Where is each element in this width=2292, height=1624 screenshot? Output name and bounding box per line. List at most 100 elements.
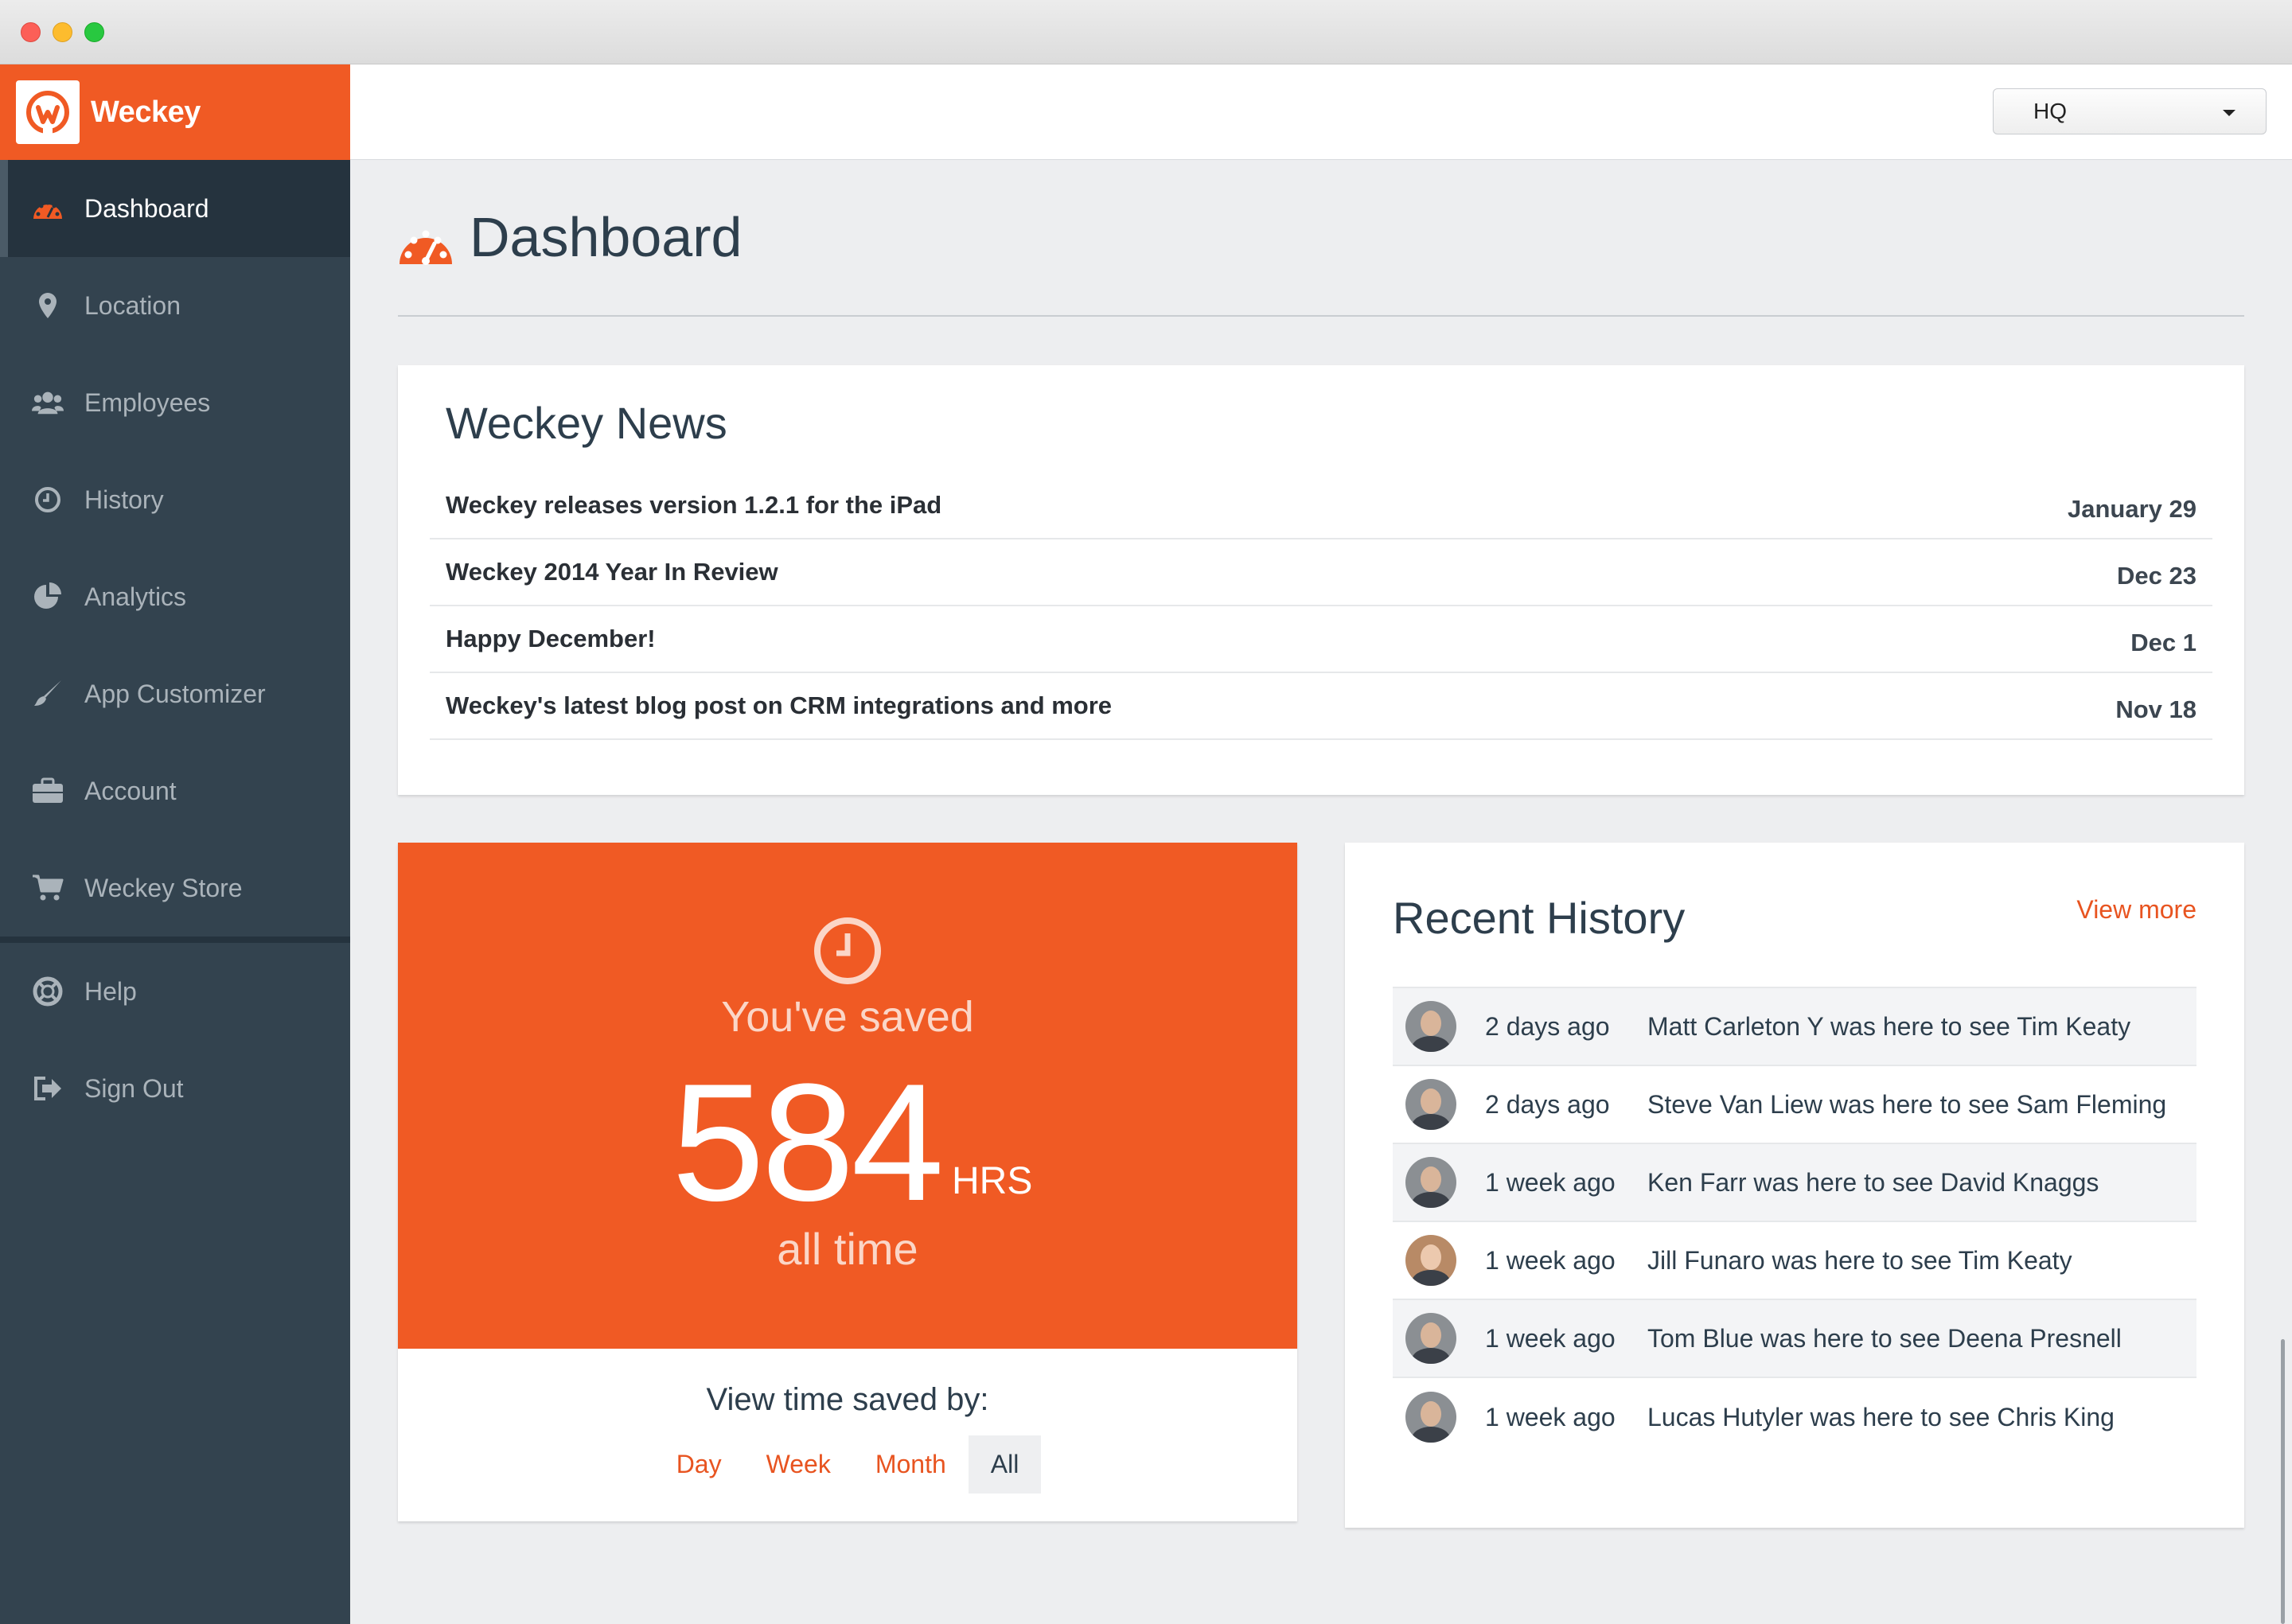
news-item-title[interactable]: Weckey releases version 1.2.1 for the iP…	[446, 491, 941, 520]
time-saved-card: You've saved 584 HRS all time View time …	[398, 843, 1297, 1521]
users-icon	[32, 387, 64, 419]
news-item-date: January 29	[2068, 495, 2196, 523]
clock-icon	[813, 916, 883, 990]
sidebar-divider	[0, 937, 350, 943]
vertical-scrollbar[interactable]	[2281, 1339, 2285, 1624]
avatar	[1405, 1157, 1456, 1208]
news-item-title[interactable]: Happy December!	[446, 625, 656, 653]
news-list: Weckey releases version 1.2.1 for the iP…	[430, 473, 2212, 740]
pie-chart-icon	[32, 581, 64, 613]
window-titlebar	[0, 0, 2292, 64]
news-item-title[interactable]: Weckey 2014 Year In Review	[446, 558, 778, 586]
brand-header[interactable]: Weckey	[0, 64, 350, 160]
history-time: 1 week ago	[1485, 1323, 1616, 1353]
sidebar-item-label: App Customizer	[84, 679, 266, 708]
history-text: Steve Van Liew was here to see Sam Flemi…	[1647, 1089, 2167, 1119]
dashboard-icon	[398, 220, 454, 271]
period-tabs: Day Week Month All	[398, 1435, 1297, 1494]
dashboard-icon	[32, 193, 64, 224]
history-time: 2 days ago	[1485, 1011, 1610, 1041]
time-saved-period: all time	[777, 1224, 918, 1274]
sidebar-item-label: Weckey Store	[84, 873, 243, 902]
sidebar-item-help[interactable]: Help	[0, 943, 350, 1040]
avatar	[1405, 1079, 1456, 1130]
sidebar-item-employees[interactable]: Employees	[0, 354, 350, 451]
sidebar-item-label: History	[84, 485, 164, 514]
history-list: 2 days ago Matt Carleton Y was here to s…	[1393, 987, 2196, 1456]
weckey-logo-icon	[16, 80, 80, 144]
period-tab-all[interactable]: All	[968, 1435, 1042, 1494]
sign-out-icon	[32, 1073, 64, 1104]
history-text: Matt Carleton Y was here to see Tim Keat…	[1647, 1011, 2131, 1041]
recent-history-card: Recent History View more 2 days ago Matt…	[1345, 843, 2244, 1528]
sidebar-item-label: Analytics	[84, 582, 187, 611]
sidebar: Weckey Dashboard Location Employees Hist…	[0, 64, 350, 1624]
news-item[interactable]: Weckey's latest blog post on CRM integra…	[430, 673, 2212, 740]
news-title: Weckey News	[446, 398, 727, 448]
topbar: HQ	[350, 64, 2292, 160]
sidebar-item-label: Help	[84, 976, 137, 1006]
page-header: Dashboard	[398, 199, 2244, 317]
minimize-window-button[interactable]	[53, 22, 72, 42]
cart-icon	[32, 872, 64, 904]
period-tab-day[interactable]: Day	[654, 1435, 744, 1494]
news-item[interactable]: Weckey 2014 Year In Review Dec 23	[430, 539, 2212, 606]
history-row[interactable]: 2 days ago Steve Van Liew was here to se…	[1393, 1066, 2196, 1144]
sidebar-item-dashboard[interactable]: Dashboard	[0, 160, 350, 257]
history-time: 2 days ago	[1485, 1089, 1610, 1119]
location-select-value: HQ	[2033, 99, 2067, 123]
clock-icon	[32, 484, 64, 516]
page-title: Dashboard	[470, 206, 743, 268]
close-window-button[interactable]	[21, 22, 41, 42]
history-time: 1 week ago	[1485, 1167, 1616, 1197]
sidebar-item-history[interactable]: History	[0, 451, 350, 548]
briefcase-icon	[32, 775, 64, 807]
sidebar-item-sign-out[interactable]: Sign Out	[0, 1040, 350, 1137]
news-item-date: Dec 1	[2130, 629, 2196, 656]
history-text: Ken Farr was here to see David Knaggs	[1647, 1167, 2099, 1197]
sidebar-item-analytics[interactable]: Analytics	[0, 548, 350, 645]
time-saved-filter: View time saved by: Day Week Month All	[398, 1349, 1297, 1494]
zoom-window-button[interactable]	[84, 22, 104, 42]
news-item-date: Nov 18	[2115, 695, 2196, 723]
location-pin-icon	[32, 290, 64, 321]
avatar	[1405, 1313, 1456, 1364]
history-row[interactable]: 1 week ago Jill Funaro was here to see T…	[1393, 1222, 2196, 1300]
history-row[interactable]: 1 week ago Ken Farr was here to see Davi…	[1393, 1144, 2196, 1222]
news-item[interactable]: Happy December! Dec 1	[430, 606, 2212, 673]
history-title: Recent History	[1393, 893, 1686, 943]
caret-down-icon	[2223, 110, 2235, 116]
view-by-label: View time saved by:	[706, 1382, 989, 1417]
news-item[interactable]: Weckey releases version 1.2.1 for the iP…	[430, 473, 2212, 539]
avatar	[1405, 1392, 1456, 1443]
period-tab-month[interactable]: Month	[853, 1435, 969, 1494]
lifebuoy-icon	[32, 976, 64, 1007]
history-row[interactable]: 1 week ago Lucas Hutyler was here to see…	[1393, 1378, 2196, 1456]
history-row[interactable]: 1 week ago Tom Blue was here to see Deen…	[1393, 1300, 2196, 1378]
brush-icon	[32, 678, 64, 710]
location-select[interactable]: HQ	[1993, 88, 2267, 134]
brand-name: Weckey	[91, 95, 201, 129]
history-header: Recent History View more	[1393, 890, 2196, 986]
history-text: Jill Funaro was here to see Tim Keaty	[1647, 1245, 2072, 1275]
history-row[interactable]: 2 days ago Matt Carleton Y was here to s…	[1393, 988, 2196, 1066]
time-saved-banner: You've saved 584 HRS all time	[398, 843, 1297, 1349]
view-more-link[interactable]: View more	[2076, 895, 2196, 925]
sidebar-item-account[interactable]: Account	[0, 742, 350, 839]
sidebar-item-weckey-store[interactable]: Weckey Store	[0, 839, 350, 937]
avatar	[1405, 1001, 1456, 1052]
history-time: 1 week ago	[1485, 1245, 1616, 1275]
news-item-title[interactable]: Weckey's latest blog post on CRM integra…	[446, 691, 1112, 720]
news-item-date: Dec 23	[2117, 562, 2196, 590]
avatar	[1405, 1235, 1456, 1286]
sidebar-item-label: Sign Out	[84, 1073, 184, 1103]
sidebar-item-label: Location	[84, 290, 181, 320]
sidebar-item-label: Account	[84, 776, 177, 805]
period-tab-week[interactable]: Week	[744, 1435, 853, 1494]
history-time: 1 week ago	[1485, 1402, 1616, 1431]
news-card: Weckey News Weckey releases version 1.2.…	[398, 365, 2244, 795]
sidebar-item-location[interactable]: Location	[0, 257, 350, 354]
sidebar-item-app-customizer[interactable]: App Customizer	[0, 645, 350, 742]
time-saved-label: You've saved	[721, 993, 974, 1041]
sidebar-item-label: Dashboard	[84, 193, 209, 223]
